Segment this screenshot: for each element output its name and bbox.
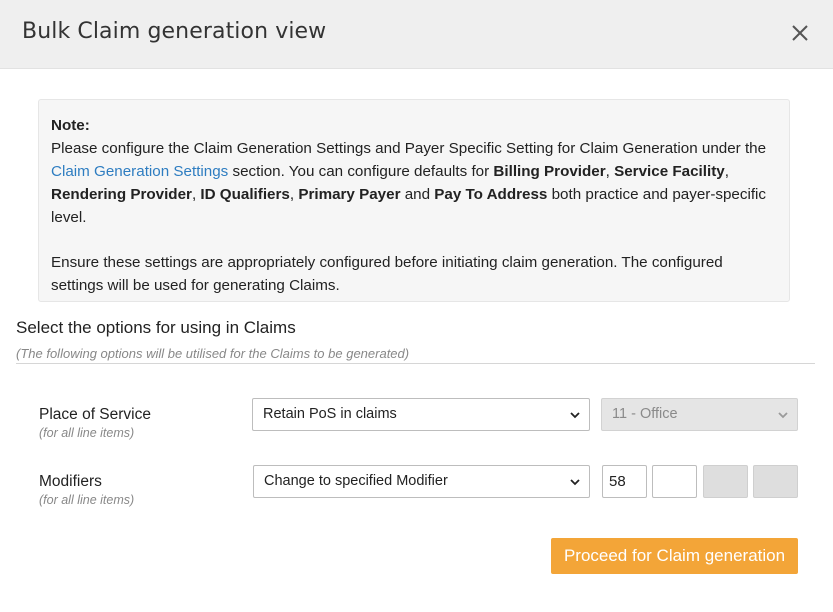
- modifier-input-4[interactable]: [753, 465, 798, 498]
- claim-generation-settings-link[interactable]: Claim Generation Settings: [51, 163, 228, 180]
- place-of-service-select-value: Retain PoS in claims: [263, 406, 397, 422]
- place-of-service-sublabel: (for all line items): [39, 426, 135, 440]
- modifiers-select[interactable]: Change to specified Modifier: [253, 465, 590, 498]
- modifiers-sublabel: (for all line items): [39, 493, 135, 507]
- options-subtitle: (The following options will be utilised …: [16, 346, 410, 361]
- proceed-button[interactable]: Proceed for Claim generation: [551, 538, 798, 574]
- note-heading: Note:: [51, 117, 90, 134]
- note-paragraph-1: Please configure the Claim Generation Se…: [51, 140, 767, 226]
- close-icon[interactable]: [789, 22, 811, 44]
- options-divider: [16, 363, 815, 364]
- note-paragraph-2: Ensure these settings are appropriately …: [51, 254, 723, 294]
- place-of-service-select[interactable]: Retain PoS in claims: [252, 398, 590, 431]
- note-box: Note: Please configure the Claim Generat…: [38, 99, 790, 302]
- modifier-input-3[interactable]: [703, 465, 748, 498]
- chevron-down-icon: [778, 412, 788, 419]
- place-of-service-code-value: 11 - Office: [612, 406, 678, 422]
- close-button[interactable]: [789, 22, 811, 44]
- options-title: Select the options for using in Claims: [16, 318, 296, 337]
- modifiers-select-value: Change to specified Modifier: [264, 473, 448, 489]
- modifier-input-1[interactable]: 58: [602, 465, 647, 498]
- modifiers-label: Modifiers: [39, 473, 102, 490]
- chevron-down-icon: [570, 479, 580, 486]
- chevron-down-icon: [570, 412, 580, 419]
- place-of-service-code-select[interactable]: 11 - Office: [601, 398, 798, 431]
- place-of-service-label: Place of Service: [39, 406, 151, 423]
- modifier-input-2[interactable]: [652, 465, 697, 498]
- dialog-header: Bulk Claim generation view: [0, 0, 833, 69]
- dialog-title: Bulk Claim generation view: [22, 19, 327, 44]
